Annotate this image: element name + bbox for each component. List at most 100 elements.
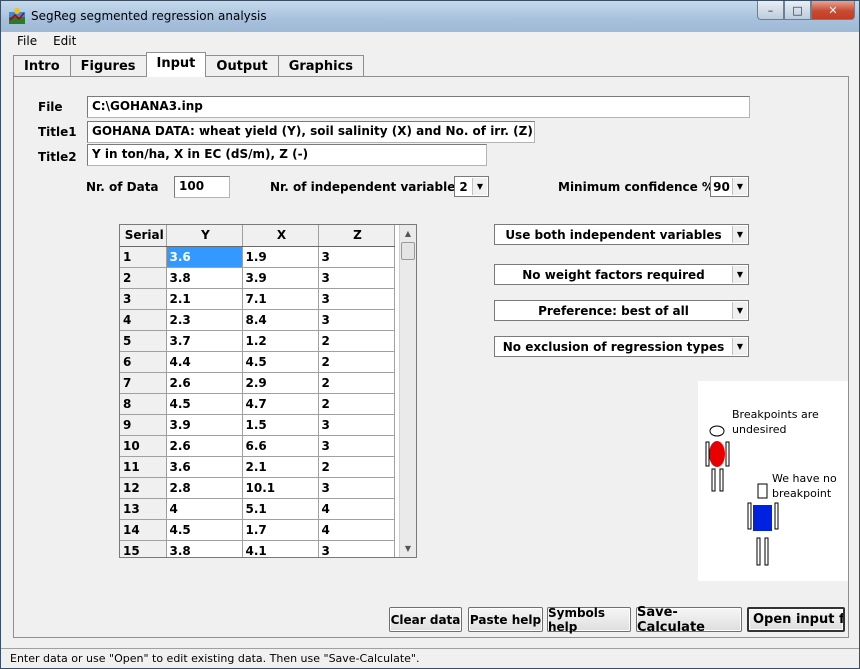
title2-field[interactable]: Y in ton/ha, X in EC (dS/m), Z (-) — [87, 144, 487, 166]
cell-z[interactable]: 3 — [318, 477, 395, 499]
symbols-help-button[interactable]: Symbols help — [547, 606, 631, 634]
cell-y[interactable]: 3.6 — [166, 246, 243, 268]
cell-serial[interactable]: 14 — [120, 519, 167, 541]
cell-z[interactable]: 2 — [318, 330, 395, 352]
header-y[interactable]: Y — [166, 225, 243, 247]
cell-x[interactable]: 4.5 — [242, 351, 319, 373]
cell-z[interactable]: 2 — [318, 351, 395, 373]
data-grid[interactable]: Serial Y X Z 1 3.6 1.9 3 2 3.8 3.9 3 3 2.1 7.1 3 4 2.… — [119, 224, 417, 558]
cell-z[interactable]: 3 — [318, 267, 395, 289]
cell-z[interactable]: 3 — [318, 288, 395, 310]
min-conf-select[interactable]: 90 ▼ — [710, 176, 749, 197]
cell-x[interactable]: 6.6 — [242, 435, 319, 457]
open-input-file-button[interactable]: Open input file — [747, 607, 845, 632]
cell-y[interactable]: 3.9 — [166, 414, 243, 436]
cell-z[interactable]: 3 — [318, 309, 395, 331]
exclusion-select[interactable]: No exclusion of regression types ▼ — [494, 336, 749, 357]
grid-scrollbar[interactable]: ▲ ▼ — [399, 225, 416, 557]
cell-serial[interactable]: 11 — [120, 456, 167, 478]
cell-y[interactable]: 2.6 — [166, 372, 243, 394]
cell-z[interactable]: 3 — [318, 435, 395, 457]
tab-graphics[interactable]: Graphics — [277, 55, 365, 77]
cell-y[interactable]: 3.8 — [166, 540, 243, 557]
weights-select[interactable]: No weight factors required ▼ — [494, 264, 749, 285]
cell-x[interactable]: 1.5 — [242, 414, 319, 436]
header-x[interactable]: X — [242, 225, 319, 247]
nr-data-field[interactable]: 100 — [174, 176, 230, 198]
file-field[interactable]: C:\GOHANA3.inp — [87, 96, 750, 118]
cell-serial[interactable]: 6 — [120, 351, 167, 373]
cell-x[interactable]: 3.9 — [242, 267, 319, 289]
table-row: 14 4.5 1.7 4 — [120, 519, 395, 541]
cell-serial[interactable]: 13 — [120, 498, 167, 520]
cell-z[interactable]: 4 — [318, 519, 395, 541]
header-serial[interactable]: Serial — [120, 225, 167, 247]
cell-z[interactable]: 3 — [318, 414, 395, 436]
cell-x[interactable]: 5.1 — [242, 498, 319, 520]
title1-field[interactable]: GOHANA DATA: wheat yield (Y), soil salin… — [87, 121, 535, 143]
nr-indep-select[interactable]: 2 ▼ — [454, 176, 489, 197]
cell-x[interactable]: 1.9 — [242, 246, 319, 268]
cell-y[interactable]: 4.5 — [166, 393, 243, 415]
cell-serial[interactable]: 4 — [120, 309, 167, 331]
save-calculate-button[interactable]: Save-Calculate — [636, 605, 742, 635]
menu-bar: File Edit — [9, 32, 853, 51]
nr-data-label: Nr. of Data — [86, 180, 159, 194]
title-bar[interactable]: SegReg segmented regression analysis – □… — [1, 1, 859, 32]
cell-y[interactable]: 2.1 — [166, 288, 243, 310]
cell-x[interactable]: 10.1 — [242, 477, 319, 499]
cell-serial[interactable]: 3 — [120, 288, 167, 310]
clear-data-button[interactable]: Clear data — [389, 607, 462, 632]
cell-x[interactable]: 4.7 — [242, 393, 319, 415]
cell-y[interactable]: 3.7 — [166, 330, 243, 352]
cell-z[interactable]: 3 — [318, 246, 395, 268]
tab-output[interactable]: Output — [205, 55, 279, 77]
preference-select[interactable]: Preference: best of all ▼ — [494, 300, 749, 321]
cell-z[interactable]: 2 — [318, 372, 395, 394]
variables-select[interactable]: Use both independent variables ▼ — [494, 224, 749, 245]
cell-z[interactable]: 3 — [318, 540, 395, 557]
scroll-up-icon[interactable]: ▲ — [400, 225, 416, 242]
scroll-down-icon[interactable]: ▼ — [400, 540, 416, 557]
paste-help-button[interactable]: Paste help — [468, 607, 543, 632]
cell-y[interactable]: 4.4 — [166, 351, 243, 373]
cell-y[interactable]: 3.8 — [166, 267, 243, 289]
cell-serial[interactable]: 9 — [120, 414, 167, 436]
cell-x[interactable]: 2.9 — [242, 372, 319, 394]
cell-y[interactable]: 2.3 — [166, 309, 243, 331]
cell-serial[interactable]: 8 — [120, 393, 167, 415]
cell-serial[interactable]: 10 — [120, 435, 167, 457]
cell-x[interactable]: 2.1 — [242, 456, 319, 478]
cell-x[interactable]: 8.4 — [242, 309, 319, 331]
scroll-thumb[interactable] — [401, 242, 415, 260]
tab-figures[interactable]: Figures — [69, 55, 147, 77]
menu-file[interactable]: File — [9, 32, 45, 51]
maximize-button[interactable]: □ — [784, 1, 811, 20]
menu-edit[interactable]: Edit — [45, 32, 84, 51]
cell-y[interactable]: 2.8 — [166, 477, 243, 499]
cell-y[interactable]: 3.6 — [166, 456, 243, 478]
tab-intro[interactable]: Intro — [13, 55, 71, 77]
header-z[interactable]: Z — [318, 225, 395, 247]
cell-serial[interactable]: 2 — [120, 267, 167, 289]
chevron-down-icon: ▼ — [732, 338, 747, 355]
table-row: 12 2.8 10.1 3 — [120, 477, 395, 499]
cell-z[interactable]: 2 — [318, 393, 395, 415]
tab-input[interactable]: Input — [145, 52, 207, 77]
cell-y[interactable]: 4 — [166, 498, 243, 520]
cell-x[interactable]: 1.2 — [242, 330, 319, 352]
cell-z[interactable]: 2 — [318, 456, 395, 478]
cell-x[interactable]: 4.1 — [242, 540, 319, 557]
cell-serial[interactable]: 1 — [120, 246, 167, 268]
cell-y[interactable]: 2.6 — [166, 435, 243, 457]
close-button[interactable]: ✕ — [811, 1, 855, 20]
cell-x[interactable]: 7.1 — [242, 288, 319, 310]
cell-serial[interactable]: 15 — [120, 540, 167, 557]
minimize-button[interactable]: – — [757, 1, 784, 20]
cell-x[interactable]: 1.7 — [242, 519, 319, 541]
cell-z[interactable]: 4 — [318, 498, 395, 520]
cell-y[interactable]: 4.5 — [166, 519, 243, 541]
cell-serial[interactable]: 12 — [120, 477, 167, 499]
cell-serial[interactable]: 7 — [120, 372, 167, 394]
cell-serial[interactable]: 5 — [120, 330, 167, 352]
